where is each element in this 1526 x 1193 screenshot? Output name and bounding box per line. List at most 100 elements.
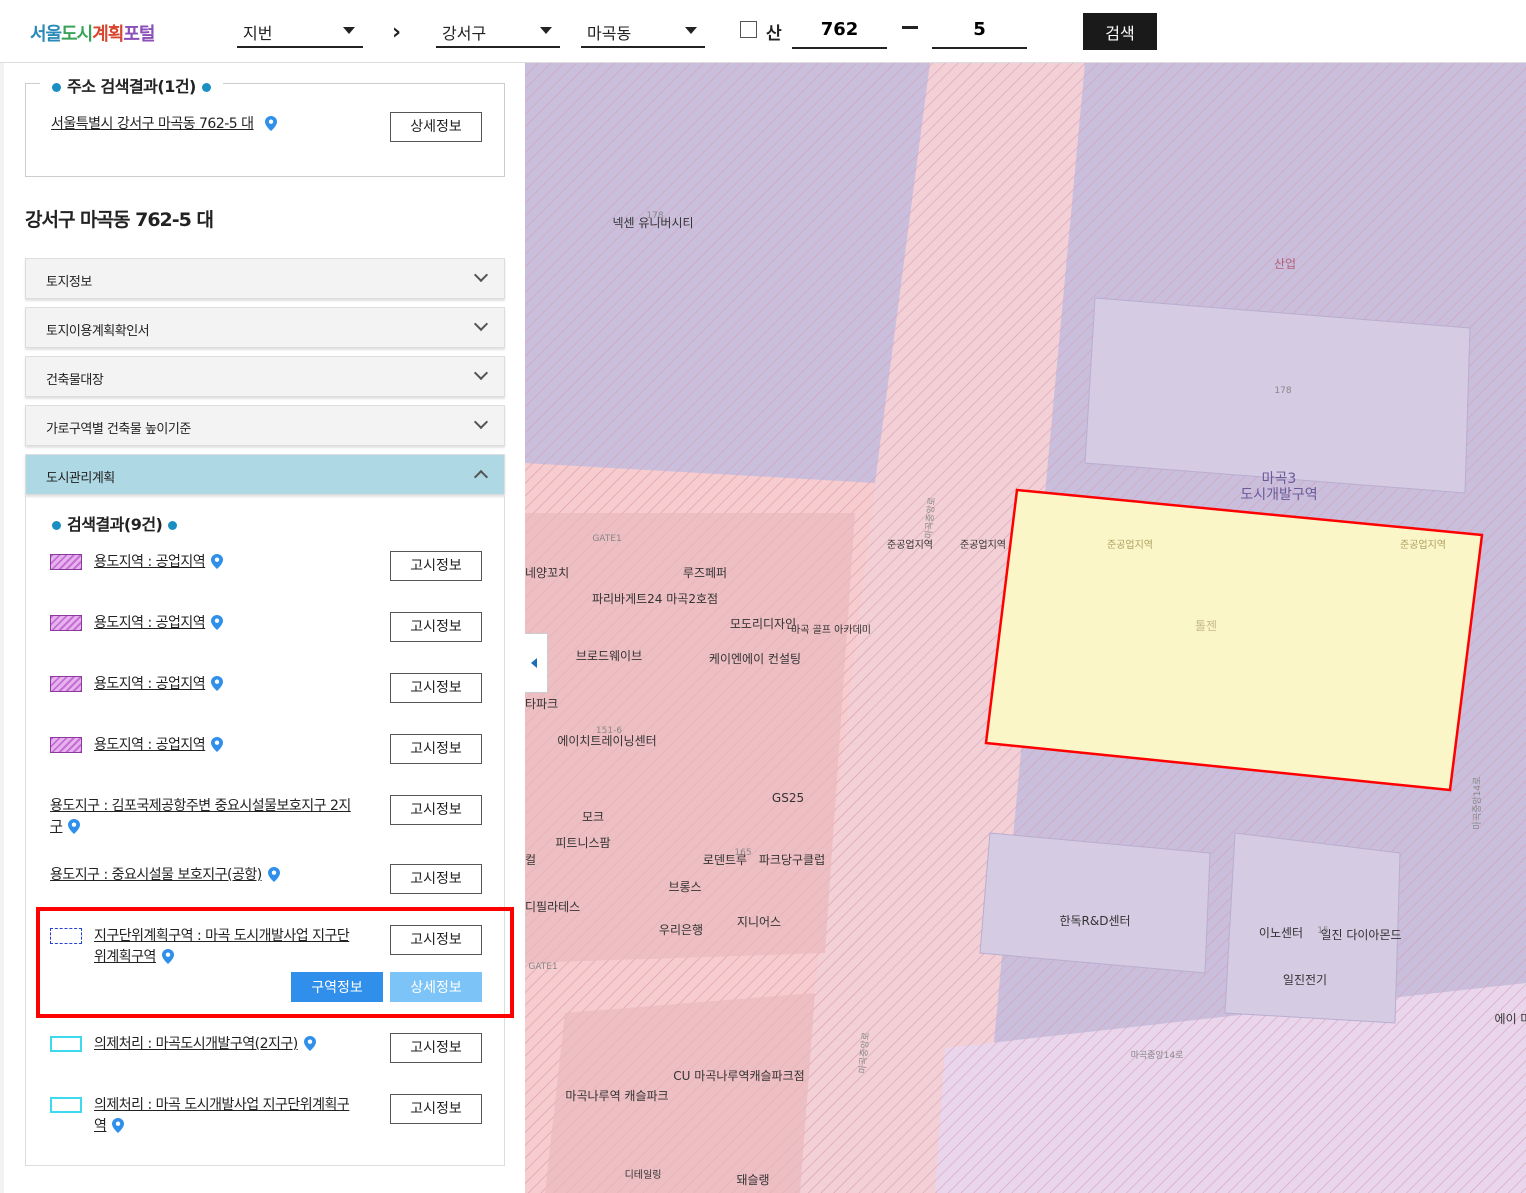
plan-link[interactable]: 용도지역 : 공업지역 — [94, 676, 206, 692]
selected-parcel-polygon[interactable] — [984, 488, 1484, 792]
plan-link[interactable]: 의제처리 : 마곡도시개발구역(2지구) — [94, 1036, 298, 1052]
plan-link[interactable]: 용도지역 : 공업지역 — [94, 554, 206, 570]
dong-select[interactable]: 마곡동 — [581, 12, 705, 48]
plan-link[interactable]: 지구단위계획구역 : 마곡 도시개발사업 지구단위계획구역 — [94, 928, 350, 965]
parcel-title: 강서구 마곡동 762-5 대 — [25, 209, 214, 231]
poi-label: 네양꼬치 — [525, 566, 569, 580]
poi-label: 일진 다이아몬드 — [1320, 928, 1401, 942]
top-search-bar: 서울도시계획포털 지번 › 강서구 마곡동 산 검색 — [0, 0, 1526, 63]
chevron-right-icon: › — [392, 20, 402, 45]
location-pin-icon[interactable] — [303, 1036, 316, 1051]
map-label: 톨젠 — [1195, 619, 1217, 633]
detail-info-button[interactable]: 상세정보 — [390, 972, 482, 1002]
sub-number-input[interactable] — [932, 12, 1027, 49]
road-label: 마곡중앙14로 — [1471, 777, 1483, 830]
poi-label: 파리바게트24 마곡2호점 — [592, 592, 718, 606]
poi-label: 타파크 — [525, 697, 558, 711]
sidebar-collapse-button[interactable] — [525, 633, 548, 693]
map-label: 도시개발구역 — [1240, 487, 1317, 503]
location-pin-icon[interactable] — [211, 615, 224, 630]
main-number-input[interactable] — [792, 12, 887, 49]
notice-info-button[interactable]: 고시정보 — [390, 1094, 482, 1124]
search-type-select[interactable]: 지번 — [237, 12, 363, 48]
plan-link[interactable]: 용도지구 : 중요시설물 보호지구(공항) — [50, 867, 262, 883]
location-pin-icon[interactable] — [112, 1118, 125, 1133]
road-label: 마곡중앙14로 — [1131, 1049, 1184, 1061]
accordion-land-info[interactable]: 토지정보 — [25, 258, 505, 299]
zone-tag: 준공업지역 — [960, 538, 1006, 551]
map-label: 산업 — [1274, 257, 1296, 271]
lot-number: 151-6 — [596, 726, 622, 736]
chevron-down-icon — [473, 414, 489, 430]
bullet-dot-icon — [52, 83, 61, 92]
poi-label: 브롱스 — [668, 880, 701, 894]
plan-link[interactable]: 용도지구 : 김포국제공항주변 중요시설물보호지구 2지구 — [50, 798, 351, 835]
accordion-height-standard[interactable]: 가로구역별 건축물 높이기준 — [25, 405, 505, 446]
poi-label: 일진전기 — [1283, 973, 1327, 987]
san-checkbox[interactable] — [740, 21, 757, 38]
accordion-building-register[interactable]: 건축물대장 — [25, 356, 505, 397]
notice-info-button[interactable]: 고시정보 — [390, 734, 482, 764]
poi-label: 에이 마 — [1495, 1012, 1526, 1026]
poi-label: 케이엔에이 컨설팅 — [709, 652, 801, 666]
location-pin-icon[interactable] — [267, 867, 280, 882]
location-pin-icon[interactable] — [211, 676, 224, 691]
poi-label: 브로드웨이브 — [576, 649, 642, 663]
dong-value: 마곡동 — [587, 24, 632, 43]
map-label: 마곡3 — [1262, 471, 1297, 487]
sidebar: 주소 검색결과(1건) 서울특별시 강서구 마곡동 762-5 대 상세정보 강… — [0, 63, 525, 1193]
dropdown-arrow-icon — [343, 27, 355, 34]
area-info-button[interactable]: 구역정보 — [291, 972, 383, 1002]
poi-label: 디테일링 — [625, 1169, 662, 1181]
notice-info-button[interactable]: 고시정보 — [390, 551, 482, 581]
map-label: GATE1 — [592, 534, 621, 544]
location-pin-icon[interactable] — [68, 819, 81, 834]
location-pin-icon[interactable] — [211, 737, 224, 752]
legend-swatch — [50, 928, 82, 944]
accordion-land-use-plan[interactable]: 토지이용계획확인서 — [25, 307, 505, 348]
location-pin-icon[interactable] — [264, 116, 277, 131]
poi-label: 디필라테스 — [525, 900, 580, 914]
portal-logo[interactable]: 서울도시계획포털 — [30, 20, 156, 46]
location-pin-icon[interactable] — [211, 554, 224, 569]
search-type-value: 지번 — [243, 24, 273, 43]
accordion-urban-plan[interactable]: 도시관리계획 — [25, 454, 505, 495]
poi-label: CU 마곡나루역캐슬파크점 — [673, 1069, 804, 1083]
district-value: 강서구 — [442, 24, 487, 43]
legend-swatch — [50, 737, 82, 753]
address-detail-button[interactable]: 상세정보 — [390, 112, 482, 142]
bullet-dot-icon — [201, 83, 211, 92]
dropdown-arrow-icon — [685, 27, 697, 34]
notice-info-button[interactable]: 고시정보 — [390, 673, 482, 703]
district-select[interactable]: 강서구 — [436, 12, 560, 48]
plan-link[interactable]: 의제처리 : 마곡 도시개발사업 지구단위계획구역 — [94, 1097, 350, 1134]
poi-label: 한독R&D센터 — [1059, 914, 1130, 928]
search-button[interactable]: 검색 — [1083, 13, 1157, 50]
plan-results-heading: 검색결과(9건) — [40, 511, 190, 535]
map-label: GATE1 — [528, 962, 557, 972]
map-canvas[interactable]: 넥센 유니버시티 산업 마곡3 도시개발구역 준공업지역 준공업지역 준공업지역… — [525, 63, 1526, 1193]
notice-info-button[interactable]: 고시정보 — [390, 864, 482, 894]
chevron-down-icon — [473, 365, 489, 381]
notice-info-button[interactable]: 고시정보 — [390, 1033, 482, 1063]
legend-swatch — [50, 615, 82, 631]
plan-link[interactable]: 용도지역 : 공업지역 — [94, 737, 206, 753]
lot-number: 165 — [734, 848, 751, 858]
san-label: 산 — [766, 24, 782, 44]
location-pin-icon[interactable] — [161, 949, 174, 964]
building-block — [979, 832, 1211, 974]
lot-number: 178 — [646, 211, 663, 221]
poi-label: 지니어스 — [737, 915, 781, 929]
dropdown-arrow-icon — [540, 27, 552, 34]
bullet-dot-icon — [168, 521, 178, 530]
legend-swatch — [50, 1097, 82, 1113]
map-view[interactable]: 넥센 유니버시티 산업 마곡3 도시개발구역 준공업지역 준공업지역 준공업지역… — [525, 63, 1526, 1193]
address-link[interactable]: 서울특별시 강서구 마곡동 762-5 대 — [51, 116, 254, 132]
poi-label: 피트니스팜 — [555, 836, 610, 850]
address-result-item: 서울특별시 강서구 마곡동 762-5 대 — [51, 113, 277, 133]
notice-info-button[interactable]: 고시정보 — [390, 612, 482, 642]
notice-info-button[interactable]: 고시정보 — [390, 795, 482, 825]
poi-label: 돼슬랭 — [736, 1173, 769, 1187]
notice-info-button[interactable]: 고시정보 — [390, 925, 482, 955]
plan-link[interactable]: 용도지역 : 공업지역 — [94, 615, 206, 631]
